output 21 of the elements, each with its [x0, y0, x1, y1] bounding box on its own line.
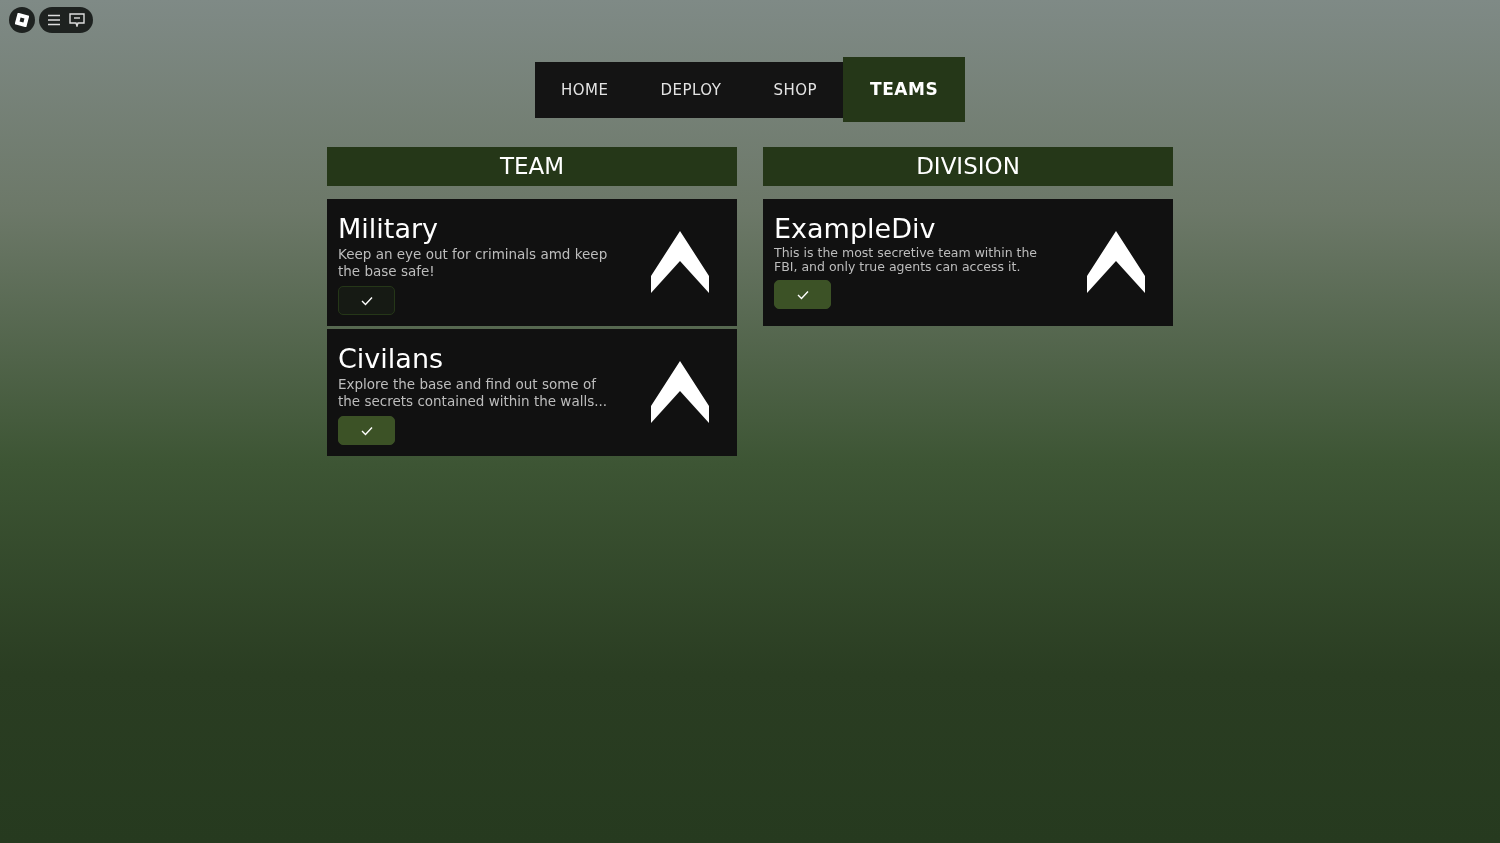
chevron-rank-icon	[651, 231, 709, 293]
nav-tab[interactable]: TEAMS	[843, 57, 966, 122]
chevron-rank-icon	[1087, 231, 1145, 293]
team-name: Civilans	[338, 343, 445, 375]
chevron-rank-icon	[651, 361, 709, 423]
team-name: Military	[338, 213, 439, 245]
nav-tab[interactable]: SHOP	[747, 62, 844, 118]
chat-icon[interactable]	[69, 13, 85, 27]
team-description: Keep an eye out for criminals amd keep the base safe!	[338, 246, 609, 280]
team-description: Explore the base and find out some of the secrets contained within the walls...	[338, 376, 609, 410]
section-header: TEAM	[327, 147, 737, 186]
checkmark-icon	[796, 289, 809, 300]
menu-icon[interactable]	[47, 14, 61, 26]
team-description: This is the most secretive team within the FBI, and only true agents can access it.	[774, 246, 1039, 274]
team-name: ExampleDiv	[774, 213, 937, 245]
nav-tab[interactable]: HOME	[534, 62, 635, 118]
nav-tab[interactable]: DEPLOY	[634, 62, 748, 118]
app-logo-icon[interactable]	[9, 7, 35, 33]
checkmark-icon	[360, 295, 373, 306]
section-header: DIVISION	[763, 147, 1173, 186]
checkmark-icon	[360, 425, 373, 436]
